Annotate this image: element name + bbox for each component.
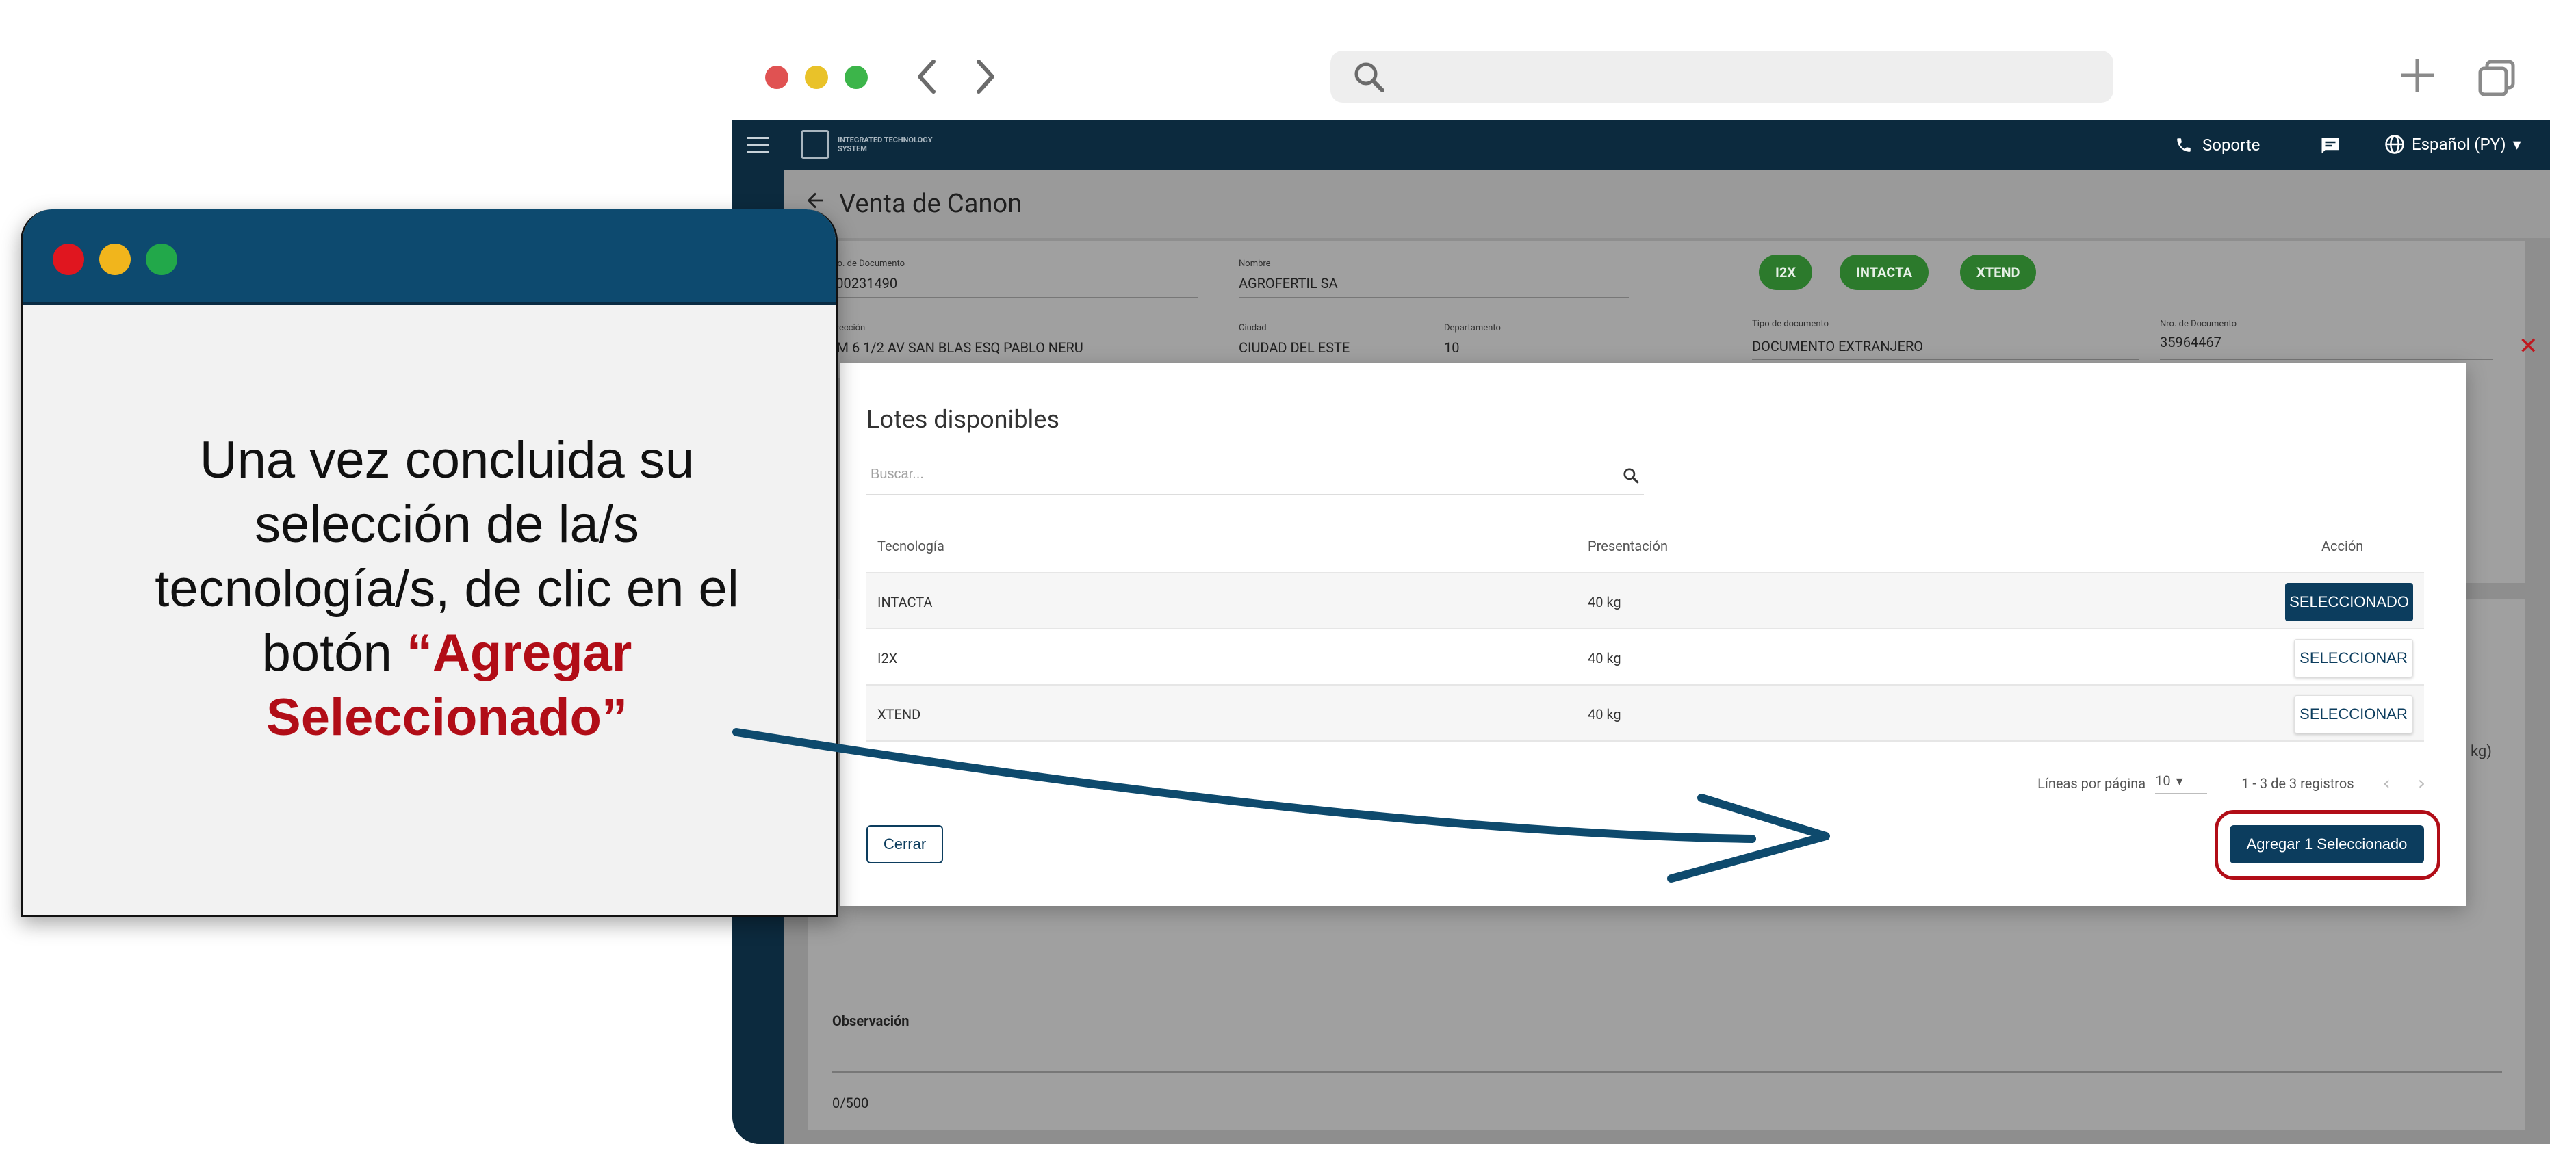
pointer-arrow	[732, 728, 1830, 883]
